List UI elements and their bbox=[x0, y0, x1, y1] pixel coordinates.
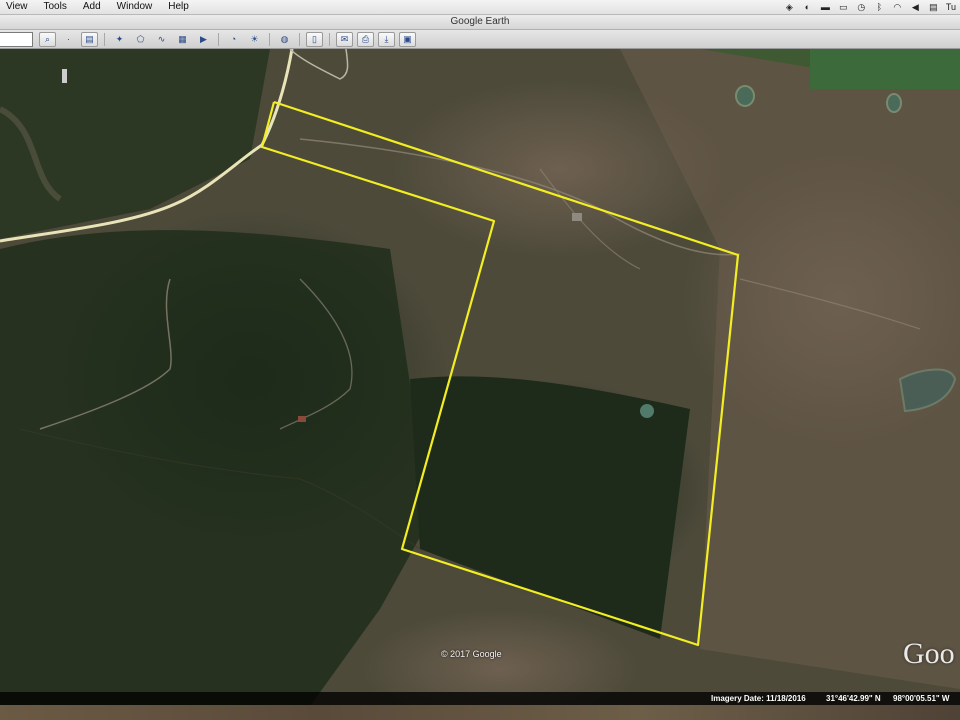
menu-help[interactable]: Help bbox=[160, 0, 197, 14]
menu-add[interactable]: Add bbox=[75, 0, 109, 14]
save-image-icon[interactable]: ⤓ bbox=[378, 31, 395, 47]
placemark-icon[interactable]: ✦ bbox=[111, 32, 128, 47]
print-icon[interactable]: ⎙ bbox=[357, 31, 374, 47]
toolbar-divider bbox=[104, 32, 105, 46]
maps-icon[interactable]: ▣ bbox=[399, 31, 416, 47]
flag-icon[interactable]: ▤ bbox=[928, 2, 939, 12]
ruler-icon[interactable]: ▯ bbox=[306, 31, 323, 47]
status-bar: Imagery Date: 11/18/2016 31°46'42.99" N … bbox=[0, 692, 960, 705]
airplay-icon[interactable]: ▭ bbox=[838, 2, 849, 12]
menu-tools[interactable]: Tools bbox=[36, 0, 75, 14]
toolbar-divider bbox=[269, 32, 270, 46]
google-logo: Goo bbox=[903, 637, 955, 670]
clock[interactable]: Tu bbox=[946, 2, 956, 12]
display-icon[interactable]: ▬ bbox=[820, 2, 831, 12]
toolbar: ⌕ · ▤ ✦ ⬠ ∿ ▦ ▶ ◔ ☀ ◍ ▯ ✉ ⎙ ⤓ ▣ bbox=[0, 30, 960, 49]
email-icon[interactable]: ✉ bbox=[336, 31, 353, 47]
imagery-date: Imagery Date: 11/18/2016 bbox=[711, 694, 806, 703]
night-shift-icon[interactable]: ◐ bbox=[802, 2, 813, 12]
latitude-readout: 31°46'42.99" N bbox=[826, 694, 881, 703]
planet-icon[interactable]: ◍ bbox=[276, 32, 293, 47]
copyright-label: © 2017 Google bbox=[441, 649, 502, 659]
menu-window[interactable]: Window bbox=[109, 0, 161, 14]
path-icon[interactable]: ∿ bbox=[153, 32, 170, 47]
image-overlay-icon[interactable]: ▦ bbox=[174, 32, 191, 47]
time-machine-icon[interactable]: ◷ bbox=[856, 2, 867, 12]
search-input[interactable] bbox=[0, 31, 33, 47]
volume-icon[interactable]: ◀ bbox=[910, 2, 921, 12]
toolbar-divider bbox=[218, 32, 219, 46]
window-title: Google Earth bbox=[0, 15, 960, 30]
menu-view[interactable]: View bbox=[0, 0, 36, 14]
terrain-strip bbox=[0, 705, 960, 720]
dropbox-icon[interactable]: ◈ bbox=[784, 2, 795, 12]
historical-imagery-icon[interactable]: ◔ bbox=[225, 32, 242, 47]
map-view[interactable]: © 2017 Google Goo bbox=[0, 49, 960, 720]
toolbar-divider bbox=[329, 32, 330, 46]
polygon-icon[interactable]: ⬠ bbox=[132, 32, 149, 47]
wifi-icon[interactable]: ◠ bbox=[892, 2, 903, 12]
settings-dot-icon[interactable]: · bbox=[60, 32, 77, 47]
menu-bar: View Tools Add Window Help ◈ ◐ ▬ ▭ ◷ ᛒ ◠… bbox=[0, 0, 960, 15]
longitude-readout: 98°00'05.51" W bbox=[893, 694, 950, 703]
status-tray: ◈ ◐ ▬ ▭ ◷ ᛒ ◠ ◀ ▤ Tu bbox=[784, 0, 960, 14]
tour-icon[interactable]: ▶ bbox=[195, 32, 212, 47]
search-icon[interactable]: ⌕ bbox=[39, 31, 56, 47]
sidebar-icon[interactable]: ▤ bbox=[81, 31, 98, 47]
satellite-imagery[interactable] bbox=[0, 49, 960, 720]
toolbar-divider bbox=[299, 32, 300, 46]
sunlight-icon[interactable]: ☀ bbox=[246, 32, 263, 47]
bluetooth-icon[interactable]: ᛒ bbox=[874, 2, 885, 12]
